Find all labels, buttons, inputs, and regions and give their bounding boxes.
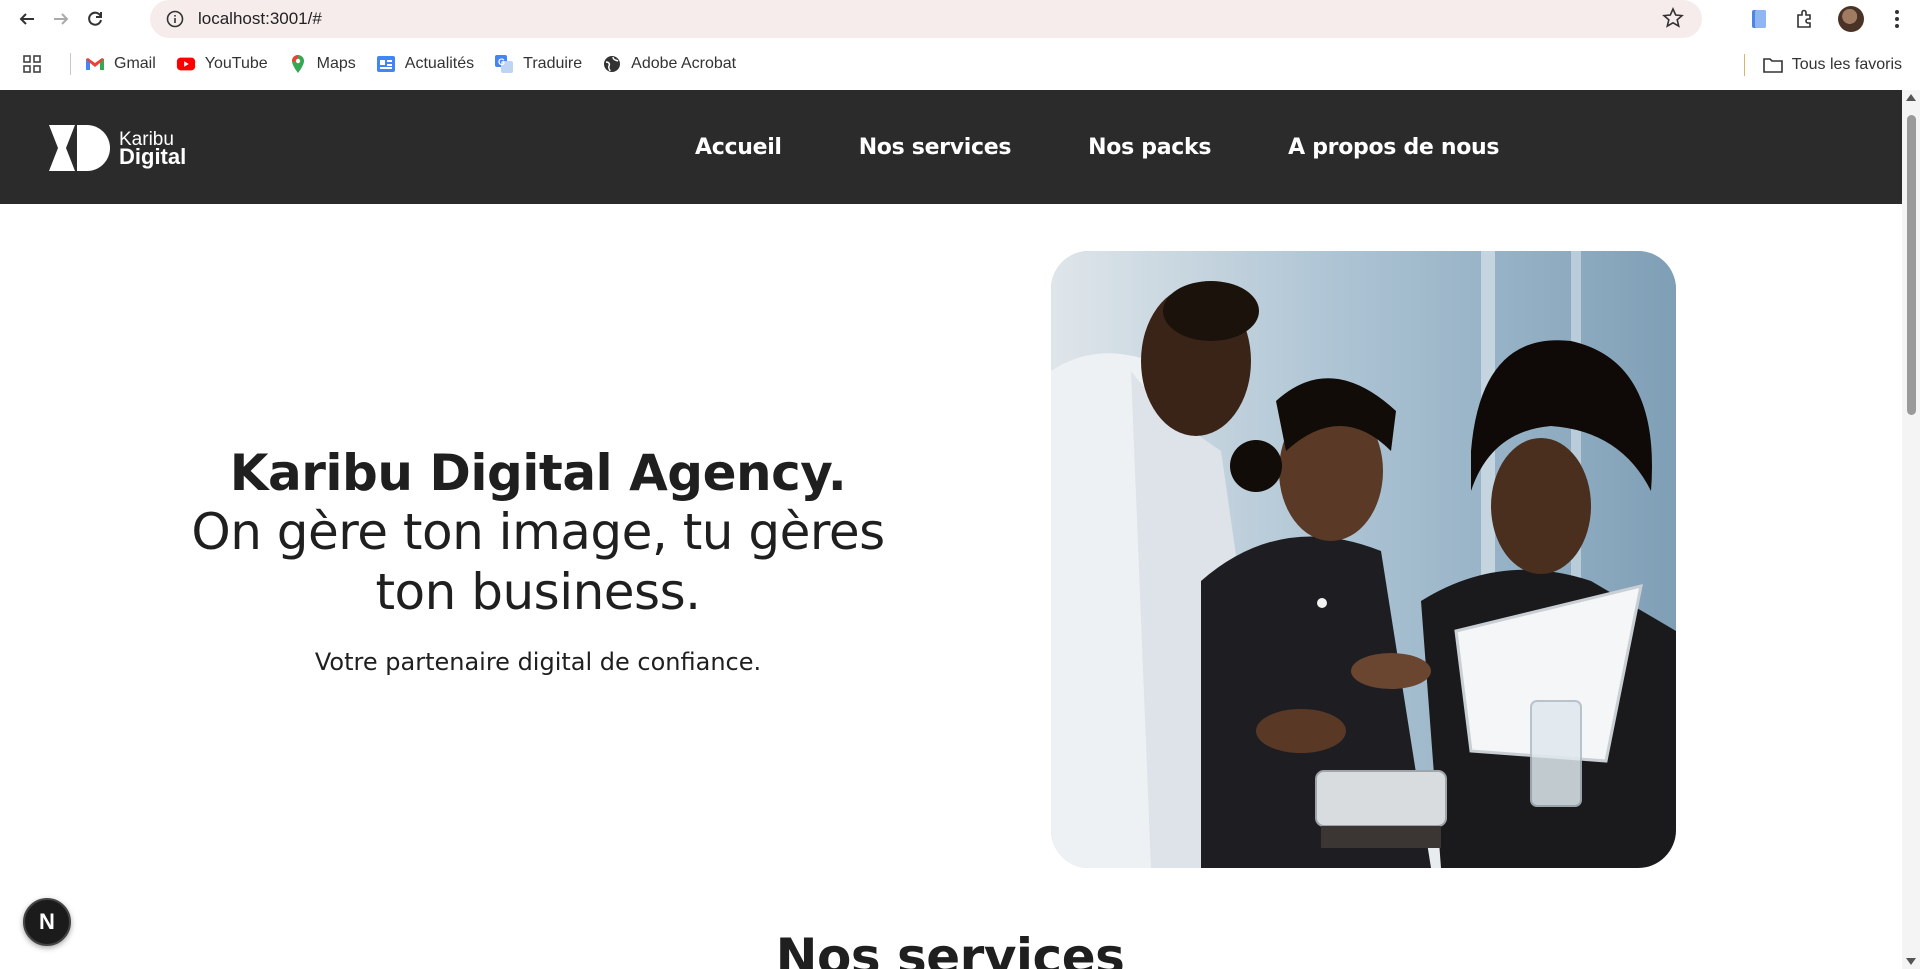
dev-tools-badge[interactable]: N bbox=[23, 898, 71, 946]
folder-icon bbox=[1762, 57, 1783, 73]
bookmark-maps[interactable]: Maps bbox=[288, 54, 356, 74]
site-info-icon[interactable] bbox=[164, 8, 186, 30]
bookmark-label: Adobe Acrobat bbox=[631, 55, 737, 72]
hero-section: Karibu Digital Agency. On gère ton image… bbox=[0, 204, 1920, 969]
karibu-logo[interactable]: Karibu Digital bbox=[49, 125, 186, 171]
back-button[interactable] bbox=[10, 2, 44, 36]
bookmark-label: Actualités bbox=[404, 55, 475, 72]
bookmark-gmail[interactable]: Gmail bbox=[85, 54, 156, 74]
nav-accueil[interactable]: Accueil bbox=[695, 135, 782, 160]
scrollbar-thumb[interactable] bbox=[1907, 115, 1916, 415]
hero-image bbox=[1051, 251, 1676, 868]
site-header: Karibu Digital Accueil Nos services Nos … bbox=[0, 90, 1920, 204]
page-viewport: Karibu Digital Accueil Nos services Nos … bbox=[0, 90, 1920, 969]
back-arrow-icon bbox=[19, 13, 34, 25]
logo-wordmark: Karibu Digital bbox=[119, 130, 187, 169]
puzzle-icon bbox=[1797, 9, 1811, 28]
bookmark-adobe-acrobat[interactable]: Adobe Acrobat bbox=[602, 54, 736, 74]
bookmark-actualites[interactable]: Actualités bbox=[376, 54, 474, 74]
hero-tagline: On gère ton image, tu gères ton business… bbox=[191, 503, 885, 621]
nav-nos-services[interactable]: Nos services bbox=[859, 135, 1012, 160]
scroll-up-arrow-icon[interactable] bbox=[1906, 94, 1916, 101]
reload-button[interactable] bbox=[78, 2, 112, 36]
avatar bbox=[1838, 6, 1864, 32]
nav-nos-packs[interactable]: Nos packs bbox=[1088, 135, 1211, 160]
bookmark-star-icon[interactable] bbox=[1662, 7, 1684, 33]
youtube-icon bbox=[176, 54, 196, 74]
kebab-menu-icon bbox=[1895, 10, 1899, 28]
bookmark-youtube[interactable]: YouTube bbox=[176, 54, 268, 74]
bookmark-traduire[interactable]: G Traduire bbox=[494, 54, 582, 74]
main-navigation: Accueil Nos services Nos packs A propos … bbox=[695, 90, 1576, 204]
apps-grid-icon bbox=[23, 55, 41, 73]
scroll-down-arrow-icon[interactable] bbox=[1906, 958, 1916, 965]
nav-a-propos[interactable]: A propos de nous bbox=[1288, 135, 1499, 160]
menu-button[interactable] bbox=[1874, 9, 1920, 29]
profile-button[interactable] bbox=[1828, 6, 1874, 32]
bookmark-label: Maps bbox=[316, 55, 356, 72]
bookmarks-bar: Gmail YouTube Maps Actualités G Traduire… bbox=[0, 38, 1920, 90]
globe-icon bbox=[602, 54, 622, 74]
svg-text:G: G bbox=[498, 57, 505, 67]
hero-subtitle: Votre partenaire digital de confiance. bbox=[314, 648, 762, 676]
all-bookmarks-label: Tous les favoris bbox=[1791, 56, 1902, 73]
phone-icon bbox=[1752, 10, 1766, 28]
hero-text: Karibu Digital Agency. On gère ton image… bbox=[150, 444, 926, 676]
karibu-logo-mark bbox=[49, 125, 110, 171]
logo-line-2: Digital bbox=[119, 144, 187, 169]
bookmark-label: Gmail bbox=[114, 55, 156, 72]
forward-arrow-icon bbox=[54, 13, 69, 25]
news-icon bbox=[376, 54, 396, 74]
maps-icon bbox=[288, 54, 308, 74]
hero-title: Karibu Digital Agency. bbox=[229, 444, 847, 502]
bookmark-label: YouTube bbox=[204, 55, 268, 72]
services-heading: Nos services bbox=[775, 928, 1125, 969]
all-bookmarks-button[interactable]: Tous les favoris bbox=[1743, 52, 1902, 78]
reader-mode-button[interactable] bbox=[1736, 8, 1782, 30]
gmail-icon bbox=[85, 54, 105, 74]
bookmarks-separator bbox=[70, 53, 71, 75]
team-photo bbox=[1051, 251, 1676, 868]
url-text: localhost:3001/# bbox=[198, 9, 322, 28]
bookmarks-separator bbox=[1743, 54, 1745, 76]
page-scrollbar[interactable] bbox=[1902, 90, 1920, 969]
bookmark-label: Traduire bbox=[523, 55, 583, 72]
address-bar[interactable]: localhost:3001/# bbox=[150, 0, 1702, 38]
extensions-button[interactable] bbox=[1782, 8, 1828, 30]
reload-icon bbox=[88, 11, 102, 26]
browser-toolbar: localhost:3001/# bbox=[0, 0, 1920, 38]
translate-icon: G bbox=[494, 54, 514, 74]
apps-button[interactable] bbox=[22, 54, 42, 74]
forward-button[interactable] bbox=[44, 2, 78, 36]
